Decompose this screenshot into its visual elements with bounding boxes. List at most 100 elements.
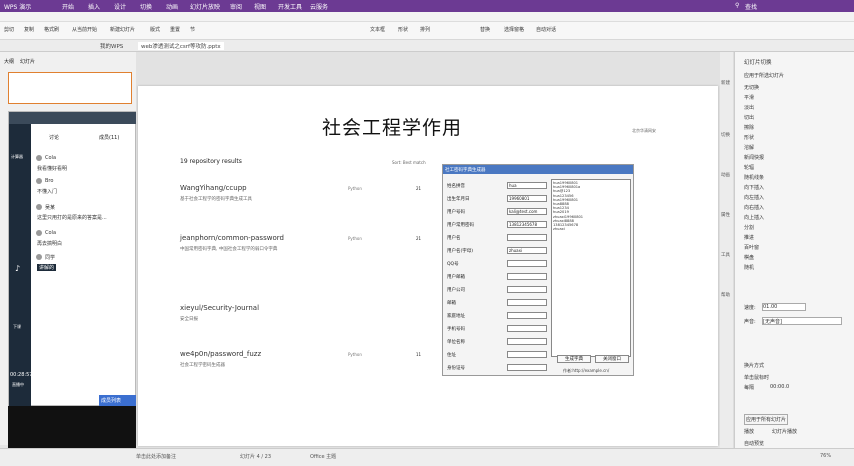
tab-view[interactable]: 视图 xyxy=(254,2,266,11)
layout-button[interactable]: 版式 xyxy=(150,26,160,33)
search-icon[interactable]: ⚲ xyxy=(735,2,739,9)
new-icon[interactable]: 新建 xyxy=(721,80,730,86)
tab-start[interactable]: 开始 xyxy=(62,2,74,11)
tab-cloud[interactable]: 云服务 xyxy=(310,2,328,11)
help-icon[interactable]: 帮助 xyxy=(721,292,730,298)
tab-members[interactable]: 成员(11) xyxy=(99,134,119,141)
slideshow-button[interactable]: 幻灯片播放 xyxy=(772,428,797,435)
zoom-level[interactable]: 76% xyxy=(820,453,831,459)
sound-select[interactable]: [无声音] xyxy=(762,317,842,325)
calculator-label[interactable]: 计算器 xyxy=(11,154,23,160)
repo-name[interactable]: we4p0n/password_fuzz xyxy=(180,350,261,358)
new-slide-button[interactable]: 新建幻灯片 xyxy=(110,26,135,33)
field-label: 用户名 xyxy=(447,236,461,241)
generate-button[interactable]: 生成字典 xyxy=(557,355,591,363)
tab-design[interactable]: 设计 xyxy=(114,2,126,11)
close-dialog-button[interactable]: 关闭窗口 xyxy=(595,355,629,363)
textbox-button[interactable]: 文本框 xyxy=(370,26,385,33)
repo-name[interactable]: WangYihang/ccupp xyxy=(180,184,247,192)
transition-item[interactable]: 推进 xyxy=(744,234,754,241)
field-input[interactable]: 19960801 xyxy=(507,195,547,202)
field-input[interactable]: 13812345678 xyxy=(507,221,547,228)
transition-item[interactable]: 分割 xyxy=(744,224,754,231)
field-label: 手机号码 xyxy=(447,327,465,332)
field-input[interactable] xyxy=(507,299,547,306)
chat-message: 再去搞明白 xyxy=(37,241,63,247)
slide-thumbnail[interactable] xyxy=(8,72,132,104)
selection-pane-button[interactable]: 选择窗格 xyxy=(504,26,524,33)
tab-dev[interactable]: 开发工具 xyxy=(278,2,302,11)
reset-button[interactable]: 重置 xyxy=(170,26,180,33)
end-class-label[interactable]: 下课 xyxy=(13,324,21,330)
tab-slideshow[interactable]: 幻灯片放映 xyxy=(190,2,220,11)
transition-item[interactable]: 向上插入 xyxy=(744,214,764,221)
transition-item[interactable]: 棋盘 xyxy=(744,254,754,261)
auto-preview-checkbox[interactable]: 自动预览 xyxy=(744,440,764,447)
format-painter-button[interactable]: 格式刷 xyxy=(44,26,59,33)
transition-item[interactable]: 切出 xyxy=(744,114,754,121)
field-input[interactable] xyxy=(507,364,547,371)
transition-item[interactable]: 向右插入 xyxy=(744,204,764,211)
field-input[interactable] xyxy=(507,325,547,332)
transition-item[interactable]: 向下插入 xyxy=(744,184,764,191)
apply-all-button[interactable]: 应用于所有幻灯片 xyxy=(744,414,789,425)
field-input[interactable] xyxy=(507,234,547,241)
mic-icon[interactable]: ♪ xyxy=(15,264,20,273)
tab-my-wps[interactable]: 我的WPS xyxy=(100,42,123,50)
notes-placeholder[interactable]: 单击此处添加备注 xyxy=(136,453,176,460)
field-input[interactable] xyxy=(507,273,547,280)
cut-button[interactable]: 剪切 xyxy=(4,26,14,33)
field-label: 出生年月日 xyxy=(447,197,470,202)
field-input[interactable] xyxy=(507,351,547,358)
field-label: 姓名拼音 xyxy=(447,184,465,189)
transition-item[interactable]: 平滑 xyxy=(744,94,754,101)
transition-icon[interactable]: 切换 xyxy=(721,132,730,138)
transition-item[interactable]: 随机线条 xyxy=(744,174,764,181)
transition-item[interactable]: 无切换 xyxy=(744,84,759,91)
transition-item[interactable]: 随机 xyxy=(744,264,754,271)
field-input[interactable] xyxy=(507,286,547,293)
every-label[interactable]: 每隔 xyxy=(744,384,754,391)
copy-button[interactable]: 复制 xyxy=(24,26,34,33)
transition-item[interactable]: 百叶窗 xyxy=(744,244,759,251)
property-icon[interactable]: 属性 xyxy=(721,212,730,218)
tab-document[interactable]: web渗透测试之csrf等攻防.pptx xyxy=(138,42,224,50)
speed-input[interactable]: 01.00 xyxy=(762,303,806,311)
avatar xyxy=(36,155,42,161)
every-input[interactable]: 00:00.0 xyxy=(770,384,789,390)
on-click-checkbox[interactable]: 单击鼠标时 xyxy=(744,374,769,381)
tools-icon[interactable]: 工具 xyxy=(721,252,730,258)
output-list[interactable]: hua19960801 hua19960801a hua@123 hua1234… xyxy=(551,179,631,357)
transition-item[interactable]: 溶解 xyxy=(744,144,754,151)
auto-button[interactable]: 自动对话 xyxy=(536,26,556,33)
transition-item[interactable]: 向左插入 xyxy=(744,194,764,201)
sort-select[interactable]: Sort: Best match xyxy=(392,160,426,165)
tab-insert[interactable]: 插入 xyxy=(88,2,100,11)
transition-item[interactable]: 新闻快报 xyxy=(744,154,764,161)
transition-item[interactable]: 擦除 xyxy=(744,124,754,131)
field-input[interactable]: hua xyxy=(507,182,547,189)
repo-name[interactable]: xieyul/Security-Journal xyxy=(180,304,259,312)
transition-item[interactable]: 轮辐 xyxy=(744,164,754,171)
tab-discussion[interactable]: 讨论 xyxy=(49,134,59,141)
tab-review[interactable]: 审阅 xyxy=(230,2,242,11)
shape-button[interactable]: 形状 xyxy=(398,26,408,33)
outline-tab[interactable]: 大纲 xyxy=(4,58,14,65)
section-button[interactable]: 节 xyxy=(190,26,195,33)
animation-icon[interactable]: 动画 xyxy=(721,172,730,178)
repo-name[interactable]: jeanphorn/common-password xyxy=(180,234,284,242)
field-input[interactable] xyxy=(507,338,547,345)
play-from-current-button[interactable]: 从当前开始 xyxy=(72,26,97,33)
transition-item[interactable]: 形状 xyxy=(744,134,754,141)
tab-transition[interactable]: 切换 xyxy=(140,2,152,11)
field-input[interactable] xyxy=(507,260,547,267)
replace-button[interactable]: 替换 xyxy=(480,26,490,33)
slides-tab[interactable]: 幻灯片 xyxy=(20,58,35,65)
field-input[interactable]: kali@test.com xyxy=(507,208,547,215)
field-input[interactable] xyxy=(507,312,547,319)
field-input[interactable]: zhuaxi xyxy=(507,247,547,254)
tab-animation[interactable]: 动画 xyxy=(166,2,178,11)
play-button[interactable]: 播放 xyxy=(744,428,754,435)
arrange-button[interactable]: 排列 xyxy=(420,26,430,33)
transition-item[interactable]: 淡出 xyxy=(744,104,754,111)
